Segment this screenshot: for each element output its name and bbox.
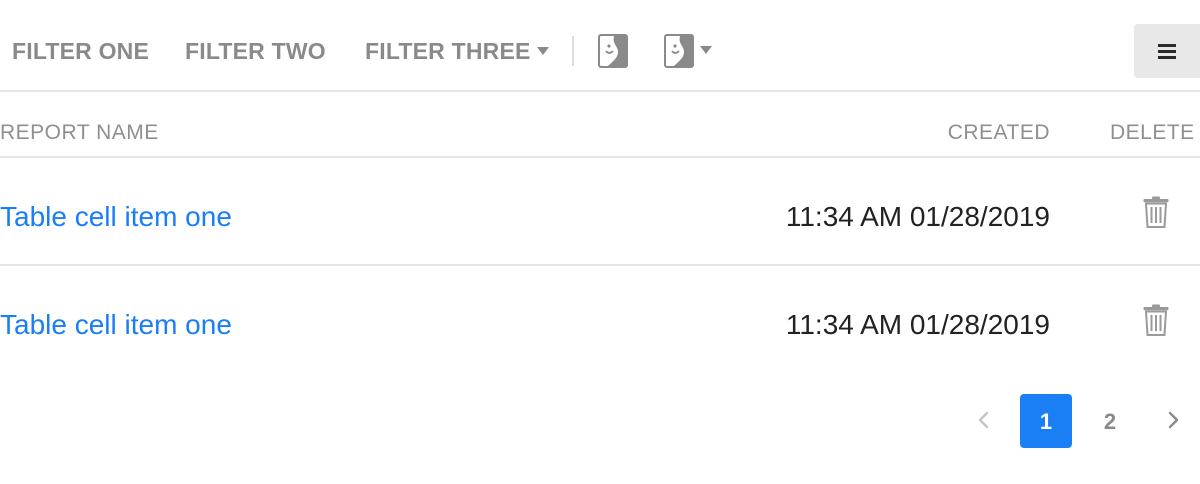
trash-icon — [1143, 304, 1169, 336]
toolbar-divider — [572, 36, 574, 66]
menu-button[interactable] — [1134, 24, 1200, 78]
report-name-link[interactable]: Table cell item one — [0, 308, 232, 342]
image-button[interactable] — [598, 34, 628, 68]
filter-one-button[interactable]: FILTER ONE — [12, 36, 149, 66]
column-header-report-name[interactable]: REPORT NAME — [0, 120, 159, 146]
filter-three-label: FILTER THREE — [365, 38, 531, 64]
pagination: 1 2 — [0, 390, 1200, 450]
column-header-created[interactable]: CREATED — [948, 120, 1050, 146]
next-page-button[interactable] — [1164, 408, 1184, 432]
caret-down-icon — [536, 46, 549, 55]
column-header-delete: DELETE — [1110, 121, 1195, 144]
table-header: REPORT NAME CREATED DELETE — [0, 92, 1200, 158]
filter-three-dropdown[interactable]: FILTER THREE — [365, 36, 549, 66]
delete-button[interactable] — [1143, 196, 1169, 228]
page-2-button[interactable]: 2 — [1084, 394, 1136, 448]
report-name-link[interactable]: Table cell item one — [0, 200, 232, 234]
trash-icon — [1143, 196, 1169, 228]
image-icon — [598, 34, 628, 68]
previous-page-button[interactable] — [973, 408, 993, 432]
image-dropdown-button[interactable] — [664, 34, 694, 68]
filter-two-button[interactable]: FILTER TWO — [185, 36, 326, 66]
delete-button[interactable] — [1143, 304, 1169, 336]
created-date: 11:34 AM 01/28/2019 — [785, 309, 1050, 340]
reports-page: FILTER ONE FILTER TWO FILTER THREE REPOR… — [0, 0, 1200, 484]
chevron-left-icon — [978, 411, 989, 429]
created-date: 11:34 AM 01/28/2019 — [785, 201, 1050, 232]
table-row: Table cell item one 11:34 AM 01/28/2019 — [0, 266, 1200, 374]
caret-down-icon[interactable] — [700, 46, 712, 54]
filter-toolbar: FILTER ONE FILTER TWO FILTER THREE — [0, 0, 1200, 92]
table-row: Table cell item one 11:34 AM 01/28/2019 — [0, 158, 1200, 266]
page-1-button[interactable]: 1 — [1020, 394, 1072, 448]
image-icon — [664, 34, 694, 68]
chevron-right-icon — [1168, 411, 1179, 429]
